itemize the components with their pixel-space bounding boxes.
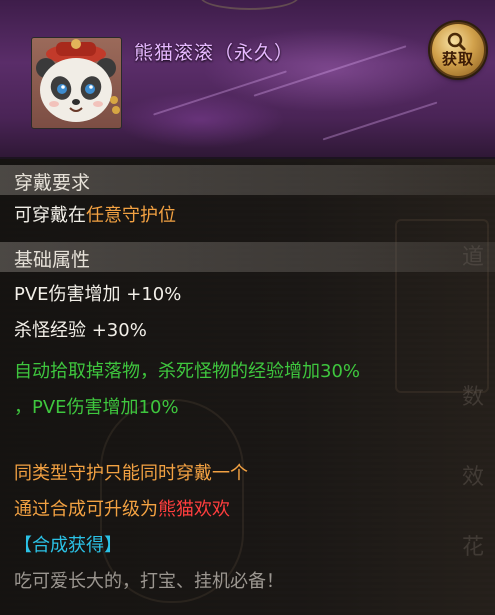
wear-slot-value: 任意守护位 xyxy=(86,205,176,226)
section-title: 基础属性 xyxy=(14,249,91,271)
obtain-button-label: 获取 xyxy=(441,50,474,68)
item-header: 熊猫滚滚（永久） 获取 xyxy=(0,0,495,159)
special-effect-line-2: ，PVE伤害增加10% xyxy=(14,397,179,418)
special-effect-line-1: 自动拾取掉落物，杀死怪物的经验增加30% xyxy=(14,361,361,382)
upgrade-target: 熊猫欢欢 xyxy=(158,499,230,520)
attribute-kill-exp: 杀怪经验 +30% xyxy=(14,320,147,341)
upgrade-note: 通过合成可升级为熊猫欢欢 xyxy=(14,495,230,521)
item-title: 熊猫滚滚（永久） xyxy=(134,42,295,64)
header-ornament xyxy=(200,0,299,10)
panda-pet-icon xyxy=(31,37,122,129)
wear-slot-line: 可穿戴在任意守护位 xyxy=(14,201,176,227)
background-glyph: 花 xyxy=(462,535,485,560)
wear-requirement-header: 穿戴要求 xyxy=(0,165,495,195)
item-details-panel: 道 数 效 花 穿戴要求 可穿戴在任意守护位 基础属性 PVE伤害增加 +10%… xyxy=(0,159,495,615)
obtain-source: 【合成获得】 xyxy=(14,535,122,556)
light-streak xyxy=(322,101,438,141)
wear-limit-note: 同类型守护只能同时穿戴一个 xyxy=(14,463,248,484)
wear-slot-prefix: 可穿戴在 xyxy=(14,205,86,226)
flavor-text: 吃可爱长大的，打宝、挂机必备！ xyxy=(14,571,284,592)
light-streak xyxy=(153,70,287,116)
upgrade-prefix: 通过合成可升级为 xyxy=(14,499,158,520)
background-glyph: 数 xyxy=(462,385,485,410)
background-glyph: 效 xyxy=(462,465,485,490)
base-attributes-header: 基础属性 xyxy=(0,242,495,272)
attribute-pve-damage: PVE伤害增加 +10% xyxy=(14,284,182,305)
obtain-button[interactable]: 获取 xyxy=(430,22,486,78)
section-title: 穿戴要求 xyxy=(14,172,91,194)
